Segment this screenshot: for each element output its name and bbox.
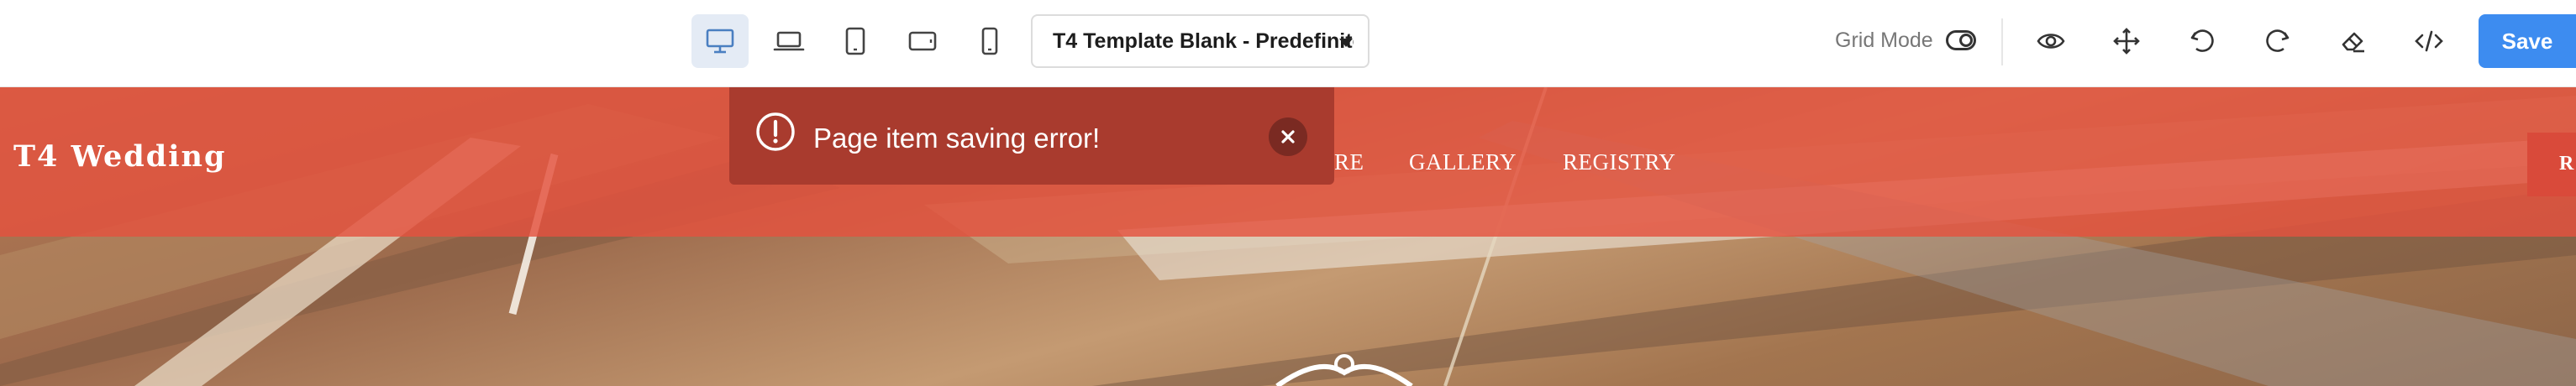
eraser-icon xyxy=(2342,32,2364,53)
redo-button[interactable] xyxy=(2258,22,2297,60)
site-brand[interactable]: T4 Wedding xyxy=(13,139,226,174)
desktop-icon xyxy=(706,29,734,54)
tablet-landscape-icon xyxy=(908,31,937,51)
mobile-icon xyxy=(981,27,998,55)
toast-message: Page item saving error! xyxy=(813,123,1101,154)
tablet-portrait-icon xyxy=(845,27,865,55)
preview-button[interactable] xyxy=(2032,22,2070,60)
chevron-down-icon xyxy=(1339,39,1353,47)
nav-link-registry[interactable]: REGISTRY xyxy=(1563,149,1676,175)
device-laptop-button[interactable] xyxy=(760,14,817,68)
grid-mode-toggle[interactable] xyxy=(1946,30,1976,50)
nav-cta-button[interactable]: R xyxy=(2527,133,2576,196)
toast-close-button[interactable] xyxy=(1269,117,1307,156)
error-toast: Page item saving error! xyxy=(729,87,1334,185)
device-desktop-button[interactable] xyxy=(691,14,749,68)
device-tablet-portrait-button[interactable] xyxy=(827,14,884,68)
laptop-icon xyxy=(773,31,805,51)
alert-icon xyxy=(756,112,795,151)
clear-button[interactable] xyxy=(2334,22,2373,60)
move-button[interactable] xyxy=(2107,22,2146,60)
editor-toolbar: T4 Template Blank - Predefinito* Grid Mo… xyxy=(0,0,2576,87)
save-button[interactable]: Save xyxy=(2479,14,2576,68)
device-mobile-button[interactable] xyxy=(961,14,1018,68)
undo-icon xyxy=(2190,29,2214,52)
redo-icon xyxy=(2266,29,2289,52)
close-icon xyxy=(1281,130,1295,143)
device-tablet-landscape-button[interactable] xyxy=(894,14,951,68)
nav-link-gallery[interactable]: GALLERY xyxy=(1409,149,1517,175)
nav-link-re[interactable]: RE xyxy=(1334,149,1364,175)
toggle-knob xyxy=(1959,34,1973,47)
undo-button[interactable] xyxy=(2183,22,2221,60)
toolbar-divider xyxy=(2001,18,2003,65)
code-view-button[interactable] xyxy=(2410,22,2448,60)
move-icon xyxy=(2113,28,2140,55)
eye-icon xyxy=(2037,34,2065,49)
grid-mode-label: Grid Mode xyxy=(1835,29,1933,52)
template-select[interactable]: T4 Template Blank - Predefinito* xyxy=(1031,14,1369,68)
template-select-value: T4 Template Blank - Predefinito* xyxy=(1053,29,1354,53)
code-icon xyxy=(2415,30,2443,52)
